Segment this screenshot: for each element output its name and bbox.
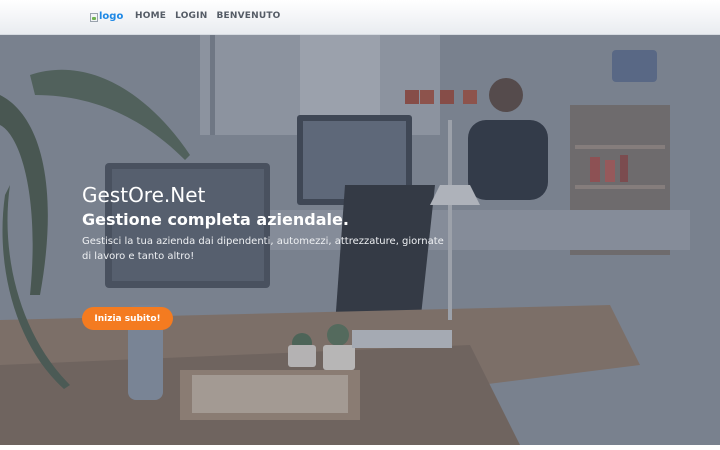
- logo-alt-text: logo: [99, 11, 124, 22]
- hero-subtitle: Gestione completa aziendale.: [82, 210, 349, 229]
- nav-link-login[interactable]: LOGIN: [175, 11, 207, 22]
- page-bottom-strip: [0, 445, 720, 450]
- navbar: logo HOME LOGIN BENVENUTO: [0, 0, 720, 35]
- nav-links: HOME LOGIN BENVENUTO: [135, 11, 281, 22]
- hero-section: GestOre.Net Gestione completa aziendale.…: [0, 35, 720, 445]
- nav-link-benvenuto[interactable]: BENVENUTO: [216, 11, 280, 22]
- hero-title: GestOre.Net: [82, 183, 206, 207]
- nav-link-home[interactable]: HOME: [135, 11, 166, 22]
- get-started-button[interactable]: Inizia subito!: [82, 307, 173, 330]
- hero-description: Gestisci la tua azienda dai dipendenti, …: [82, 236, 444, 262]
- broken-image-icon: [90, 12, 98, 22]
- hero-content: GestOre.Net Gestione completa aziendale.…: [82, 183, 462, 330]
- logo-link[interactable]: logo: [90, 12, 123, 22]
